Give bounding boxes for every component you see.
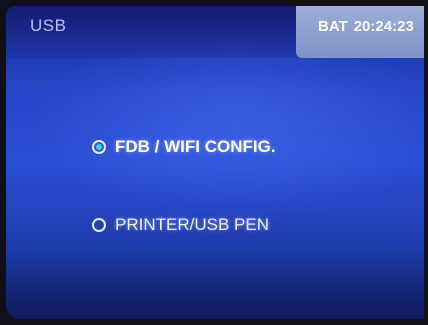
status-panel: BAT 20:24:23: [296, 6, 424, 58]
radio-selected-icon[interactable]: [92, 140, 106, 154]
battery-indicator: BAT: [318, 18, 348, 35]
option-printer-usb-pen[interactable]: PRINTER/USB PEN: [92, 215, 269, 235]
option-fdb-wifi-config[interactable]: FDB / WIFI CONFIG.: [92, 137, 276, 157]
lcd-screen: USB BAT 20:24:23 FDB / WIFI CONFIG. PRINT…: [6, 6, 424, 319]
screen-title: USB: [30, 16, 67, 35]
radio-unselected-icon[interactable]: [92, 218, 106, 232]
status-text: BAT 20:24:23: [318, 18, 420, 35]
option-label-fdb-wifi-config: FDB / WIFI CONFIG.: [115, 137, 276, 156]
clock-display: 20:24:23: [353, 18, 414, 35]
option-label-printer-usb-pen: PRINTER/USB PEN: [115, 215, 269, 234]
